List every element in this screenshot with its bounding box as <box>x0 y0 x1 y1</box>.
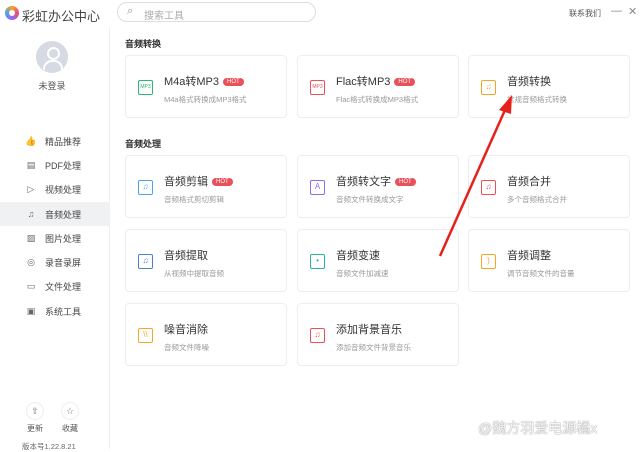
annotation-arrow <box>438 95 512 257</box>
watermark: @魏方羽爱电源橘x <box>478 420 598 436</box>
